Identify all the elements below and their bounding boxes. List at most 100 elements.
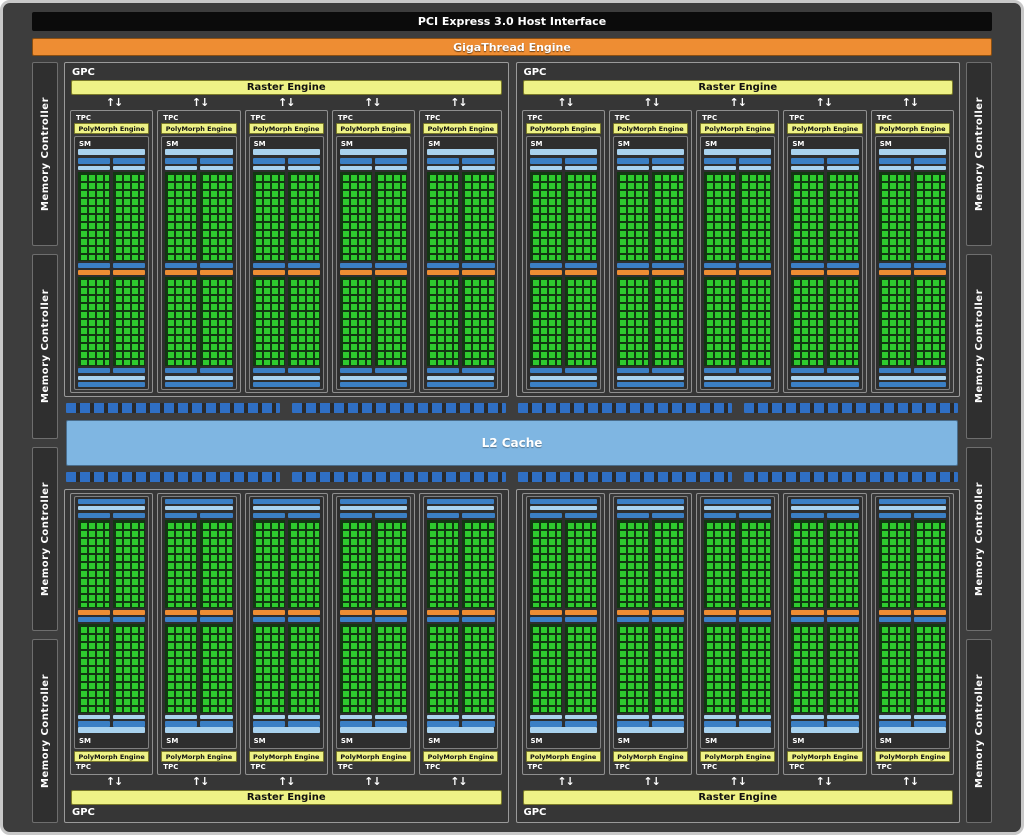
pci-host-interface-label: PCI Express 3.0 Host Interface xyxy=(418,15,606,28)
load-store-bar xyxy=(113,513,145,518)
dispatch-bar xyxy=(340,166,372,170)
shared-memory-bar xyxy=(879,506,946,510)
sm-bottom-bar xyxy=(340,382,407,387)
dispatch-bar xyxy=(827,166,859,170)
shared-memory-bar xyxy=(791,506,858,510)
sm-footer xyxy=(617,376,684,387)
memory-controller-block: Memory Controller xyxy=(32,447,58,631)
polymorph-engine-bar: PolyMorph Engine xyxy=(74,751,149,762)
load-store-bar xyxy=(530,617,562,622)
load-store-bar xyxy=(288,263,320,268)
cuda-core-grid xyxy=(78,277,110,366)
polymorph-engine-bar: PolyMorph Engine xyxy=(875,751,950,762)
processing-block-column xyxy=(617,513,649,728)
sm-block: SM xyxy=(423,496,498,750)
texture-unit-bar xyxy=(565,610,597,615)
up-down-arrows-icon: ↑↓ xyxy=(329,775,415,789)
sm-bottom-bar xyxy=(704,382,771,387)
warp-scheduler-bar xyxy=(462,158,494,164)
cuda-core-grid xyxy=(739,624,771,713)
cuda-core-grid xyxy=(827,172,859,261)
cuda-core-grid xyxy=(827,624,859,713)
load-store-bar xyxy=(200,263,232,268)
tpc-block: TPCPolyMorph EngineSM xyxy=(783,493,866,776)
up-arrow-icon: ↑ xyxy=(278,97,286,109)
cuda-core-grid xyxy=(914,172,946,261)
texture-unit-bar xyxy=(200,610,232,615)
cuda-core-grid xyxy=(253,172,285,261)
texture-unit-bar xyxy=(375,270,407,275)
cuda-core-grid xyxy=(565,277,597,366)
l2-cache-label: L2 Cache xyxy=(482,436,543,450)
cuda-core-grid xyxy=(375,277,407,366)
cuda-core-grid xyxy=(200,277,232,366)
tpc-label: TPC xyxy=(875,762,950,772)
cuda-core-grid xyxy=(530,520,562,609)
load-store-bar xyxy=(340,617,372,622)
load-store-bar xyxy=(739,617,771,622)
sm-label: SM xyxy=(427,139,494,149)
processing-block-column xyxy=(914,513,946,728)
shared-memory-bar xyxy=(253,376,320,380)
memory-controller-block: Memory Controller xyxy=(32,639,58,823)
texture-unit-bar xyxy=(462,610,494,615)
dispatch-bar xyxy=(739,715,771,719)
cuda-core-grid xyxy=(462,172,494,261)
texture-unit-bar xyxy=(827,610,859,615)
texture-unit-bar xyxy=(652,610,684,615)
cuda-core-grid xyxy=(340,520,372,609)
down-arrow-icon: ↓ xyxy=(738,776,746,788)
processing-block-column xyxy=(78,158,110,373)
cuda-core-grid xyxy=(200,520,232,609)
memory-controller-label: Memory Controller xyxy=(974,674,985,788)
load-store-bar xyxy=(652,513,684,518)
sm-label: SM xyxy=(165,736,232,746)
instruction-cache-bar xyxy=(530,727,597,733)
gpc-label: GPC xyxy=(69,806,504,819)
load-store-bar xyxy=(375,513,407,518)
sm-footer xyxy=(427,499,494,510)
up-down-arrows-icon: ↑↓ xyxy=(415,775,501,789)
down-arrow-icon: ↓ xyxy=(200,97,208,109)
sm-footer xyxy=(704,376,771,387)
crossbar-segment-bar xyxy=(744,403,958,413)
tpc-row: TPCPolyMorph EngineSMTPCPolyMorph Engine… xyxy=(70,493,503,776)
processing-blocks xyxy=(791,513,858,728)
processing-block-column xyxy=(652,158,684,373)
up-down-arrows-icon: ↑↓ xyxy=(157,775,243,789)
memory-controller-block: Memory Controller xyxy=(966,62,992,246)
texture-unit-bar xyxy=(288,610,320,615)
sm-footer xyxy=(253,376,320,387)
gpc-block: GPCRaster Engine↑↓↑↓↑↓↑↓↑↓TPCPolyMorph E… xyxy=(64,62,509,397)
load-store-bar xyxy=(879,263,911,268)
load-store-bar xyxy=(827,513,859,518)
processing-block-column xyxy=(914,158,946,373)
processing-block-column xyxy=(200,513,232,728)
sm-label: SM xyxy=(253,736,320,746)
cuda-core-grid xyxy=(165,520,197,609)
warp-scheduler-bar xyxy=(791,158,823,164)
instruction-cache-bar xyxy=(530,149,597,155)
load-store-bar xyxy=(652,368,684,373)
cuda-core-grid xyxy=(617,277,649,366)
cuda-core-grid xyxy=(704,624,736,713)
sm-bottom-bar xyxy=(253,499,320,504)
shared-memory-bar xyxy=(704,506,771,510)
sm-block: SM xyxy=(249,136,324,390)
texture-unit-bar xyxy=(427,270,459,275)
tpc-label: TPC xyxy=(423,113,498,123)
warp-scheduler-bar xyxy=(914,158,946,164)
cuda-core-grid xyxy=(375,520,407,609)
up-down-arrows-icon: ↑↓ xyxy=(71,775,157,789)
sm-label: SM xyxy=(530,139,597,149)
up-arrow-icon: ↑ xyxy=(192,97,200,109)
load-store-bar xyxy=(165,513,197,518)
processing-blocks xyxy=(340,513,407,728)
shared-memory-bar xyxy=(530,376,597,380)
dispatch-bar xyxy=(791,715,823,719)
memory-controller-block: Memory Controller xyxy=(32,62,58,246)
polymorph-engine-bar: PolyMorph Engine xyxy=(249,123,324,134)
cuda-core-grid xyxy=(617,172,649,261)
cuda-core-grid xyxy=(253,520,285,609)
tpc-label: TPC xyxy=(336,762,411,772)
